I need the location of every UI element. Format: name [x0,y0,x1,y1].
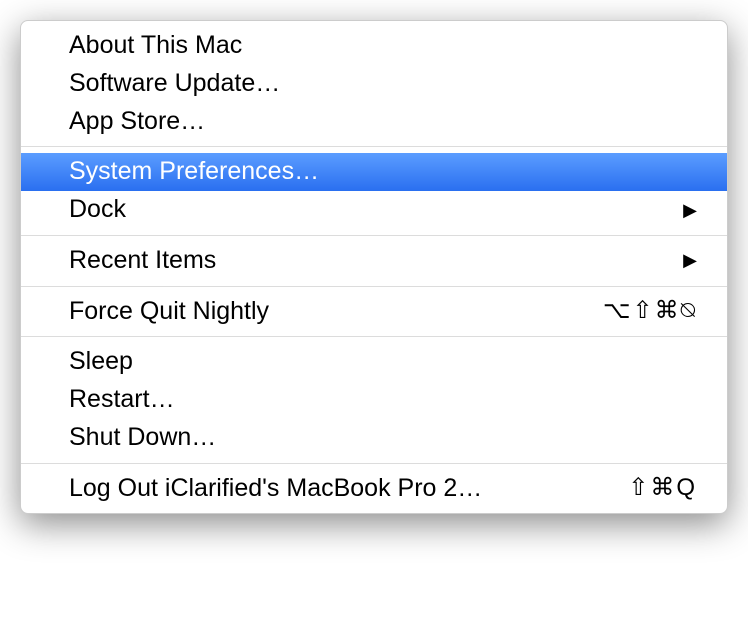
menu-item-label: App Store… [69,105,205,139]
menu-item-log-out[interactable]: Log Out iClarified's MacBook Pro 2… ⇧⌘Q [21,470,727,508]
menu-item-system-preferences[interactable]: System Preferences… [21,153,727,191]
apple-menu: About This Mac Software Update… App Stor… [20,20,728,514]
menu-item-label: System Preferences… [69,155,319,189]
submenu-arrow-icon: ▶ [683,198,697,222]
menu-item-label: Software Update… [69,67,280,101]
menu-item-label: About This Mac [69,29,242,63]
keyboard-shortcut: ⇧⌘Q [628,472,697,504]
menu-item-about-this-mac[interactable]: About This Mac [21,27,727,65]
menu-item-label: Recent Items [69,244,216,278]
menu-item-label: Restart… [69,383,175,417]
menu-separator [21,146,727,147]
menu-item-label: Sleep [69,345,133,379]
menu-item-app-store[interactable]: App Store… [21,103,727,141]
menu-separator [21,336,727,337]
menu-item-shut-down[interactable]: Shut Down… [21,419,727,457]
menu-separator [21,235,727,236]
menu-item-software-update[interactable]: Software Update… [21,65,727,103]
submenu-arrow-icon: ▶ [683,248,697,272]
menu-item-label: Force Quit Nightly [69,295,269,329]
menu-item-label: Dock [69,193,126,227]
menu-separator [21,286,727,287]
keyboard-shortcut: ⌥⇧⌘⍉ [603,295,697,327]
menu-item-restart[interactable]: Restart… [21,381,727,419]
menu-item-sleep[interactable]: Sleep [21,343,727,381]
menu-separator [21,463,727,464]
menu-item-label: Shut Down… [69,421,216,455]
menu-item-dock[interactable]: Dock ▶ [21,191,727,229]
menu-item-recent-items[interactable]: Recent Items ▶ [21,242,727,280]
menu-item-label: Log Out iClarified's MacBook Pro 2… [69,472,482,506]
menu-item-force-quit[interactable]: Force Quit Nightly ⌥⇧⌘⍉ [21,293,727,331]
